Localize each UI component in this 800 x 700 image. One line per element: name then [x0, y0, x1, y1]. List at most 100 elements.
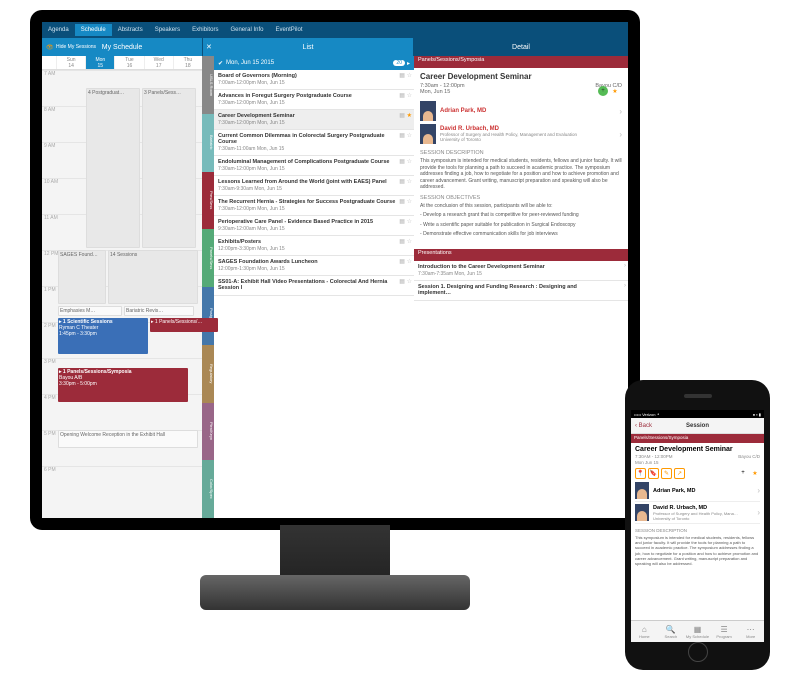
- star-icon[interactable]: ☆: [407, 133, 412, 139]
- tab-home[interactable]: ⌂Home: [631, 621, 658, 642]
- evt-postgrad[interactable]: 4 Postgraduat…: [86, 88, 140, 248]
- share-icon[interactable]: ↗: [674, 468, 685, 479]
- session-list-item[interactable]: Current Common Dilemmas in Colorectal Su…: [214, 130, 414, 156]
- add-icon[interactable]: +: [598, 86, 608, 96]
- star-icon[interactable]: ★: [610, 86, 620, 96]
- close-icon[interactable]: ✕: [206, 43, 212, 51]
- list-title: List: [303, 44, 314, 51]
- tab-search[interactable]: 🔍Search: [658, 621, 685, 642]
- chevron-right-icon: ›: [624, 283, 626, 289]
- bookmark-icon[interactable]: 🔖: [648, 468, 659, 479]
- star-icon[interactable]: ☆: [407, 199, 412, 205]
- session-list-item[interactable]: Perioperative Care Panel - Evidence Base…: [214, 216, 414, 236]
- tab-color[interactable]: Color/Spec: [202, 460, 214, 518]
- evt-scientific[interactable]: ▸ 1 Scientific Sessions Ryman C Theater1…: [58, 318, 148, 354]
- evt-welcome[interactable]: Opening Welcome Reception in the Exhibit…: [58, 430, 198, 448]
- calendar-icon[interactable]: ▦: [399, 133, 405, 139]
- avatar: [635, 504, 649, 521]
- session-list-item[interactable]: Lessons Learned from Around the World (j…: [214, 176, 414, 196]
- tab-bari[interactable]: Bariatric: [202, 114, 214, 172]
- star-icon[interactable]: ☆: [407, 179, 412, 185]
- calendar-icon[interactable]: ▦: [399, 239, 405, 245]
- session-list-item[interactable]: Exhibits/Posters12:00pm-3:30pm Mon, Jun …: [214, 236, 414, 256]
- note-icon[interactable]: ✎: [661, 468, 672, 479]
- tab-reg[interactable]: Regulatory: [202, 345, 214, 403]
- day-wed[interactable]: Wed17: [144, 56, 173, 69]
- session-list-item[interactable]: The Recurrent Hernia - Strategies for Su…: [214, 196, 414, 216]
- tab-usls[interactable]: USLS Room: [202, 56, 214, 114]
- hide-sessions-label[interactable]: Hide My Sessions: [56, 44, 96, 50]
- evt-bari[interactable]: Bariatric Revis…: [124, 306, 194, 316]
- presentation-row[interactable]: Session 1. Designing and Funding Researc…: [414, 281, 628, 301]
- presentations-bar: Presentations: [414, 249, 628, 261]
- star-icon[interactable]: ★: [750, 468, 760, 478]
- tab-schedule[interactable]: ▦My Schedule: [684, 621, 711, 642]
- session-list-item[interactable]: Career Development Seminar7:30am-12:00pm…: [214, 110, 414, 130]
- avatar: [420, 101, 436, 121]
- day-thu[interactable]: Thu18: [173, 56, 202, 69]
- evt-sages[interactable]: SAGES Found…: [58, 250, 106, 304]
- day-sun[interactable]: Sun14: [56, 56, 85, 69]
- tab-post[interactable]: Postgrad: [202, 287, 214, 345]
- tab-more[interactable]: ⋯More: [737, 621, 764, 642]
- calendar-icon[interactable]: ▦: [399, 113, 405, 119]
- add-icon[interactable]: +: [738, 468, 748, 478]
- list-date-bar: ✔Mon, Jun 15 201520▸: [214, 56, 414, 70]
- calendar-icon[interactable]: ▦: [399, 73, 405, 79]
- calendar-icon[interactable]: ▦: [399, 199, 405, 205]
- tab-plen[interactable]: Plen/Keyn: [202, 403, 214, 461]
- eye-icon[interactable]: 👁: [46, 44, 54, 51]
- star-icon[interactable]: ☆: [407, 239, 412, 245]
- evt-emph[interactable]: Emphasies M…: [58, 306, 122, 316]
- nav-general[interactable]: General Info: [224, 27, 269, 33]
- star-icon[interactable]: ☆: [407, 93, 412, 99]
- calendar-icon[interactable]: ▦: [399, 93, 405, 99]
- phone-category-bar: Panels/Sessions/Symposia: [631, 434, 764, 443]
- nav-agenda[interactable]: Agenda: [42, 27, 75, 33]
- calendar-icon[interactable]: ▦: [399, 159, 405, 165]
- session-list-item[interactable]: Advances in Foregut Surgery Postgraduate…: [214, 90, 414, 110]
- session-list-item[interactable]: Board of Governors (Morning)7:00am-12:00…: [214, 70, 414, 90]
- phone-session-title: Career Development Seminar: [635, 446, 760, 453]
- obj-heading: SESSION OBJECTIVES: [420, 195, 622, 201]
- star-icon[interactable]: ★: [407, 113, 412, 119]
- nav-exhibitors[interactable]: Exhibitors: [186, 27, 224, 33]
- evt-panels-small[interactable]: ▸ 1 Panels/Sessions/…: [150, 318, 218, 332]
- speaker-row[interactable]: Adrian Park, MD ›: [420, 101, 622, 121]
- chevron-right-icon: ›: [757, 486, 760, 495]
- phone-speaker-row[interactable]: David R. Urbach, MD Professor of Surgery…: [635, 504, 760, 524]
- calendar-icon[interactable]: ▦: [399, 219, 405, 225]
- phone-desc-text: This symposium is intended for medical s…: [635, 535, 760, 566]
- star-icon[interactable]: ☆: [407, 159, 412, 165]
- session-list-item[interactable]: SAGES Foundation Awards Luncheon12:00pm-…: [214, 256, 414, 276]
- star-icon[interactable]: ☆: [407, 279, 412, 285]
- session-list-item[interactable]: Endoluminal Management of Complications …: [214, 156, 414, 176]
- evt-panels-big[interactable]: ▸ 1 Panels/Sessions/Symposia Bayou A/B3:…: [58, 368, 188, 402]
- calendar-icon[interactable]: ▦: [399, 179, 405, 185]
- day-mon[interactable]: Mon15: [85, 56, 114, 69]
- tab-panel[interactable]: Panels/Sess: [202, 229, 214, 287]
- calendar-icon[interactable]: ▦: [399, 279, 405, 285]
- session-list-item[interactable]: SS01-A: Exhibit Hall Video Presentations…: [214, 276, 414, 296]
- nav-speakers[interactable]: Speakers: [149, 27, 186, 33]
- presentation-row[interactable]: Introduction to the Career Development S…: [414, 261, 628, 281]
- evt-sessions[interactable]: 14 Sessions: [108, 250, 198, 304]
- speaker-row[interactable]: David R. Urbach, MD Professor of Surgery…: [420, 124, 622, 144]
- calendar-icon[interactable]: ▦: [399, 259, 405, 265]
- pin-icon[interactable]: 📍: [635, 468, 646, 479]
- day-tue[interactable]: Tue16: [114, 56, 143, 69]
- tab-program[interactable]: ☰Program: [711, 621, 738, 642]
- evt-panels[interactable]: 3 Panels/Sess…: [142, 88, 196, 248]
- star-icon[interactable]: ☆: [407, 259, 412, 265]
- phone-speaker-row[interactable]: Adrian Park, MD ›: [635, 482, 760, 502]
- session-list[interactable]: ✔Mon, Jun 15 201520▸ Board of Governors …: [214, 56, 414, 518]
- session-title: Career Development Seminar: [420, 72, 622, 81]
- top-nav: Agenda Schedule Abstracts Speakers Exhib…: [42, 22, 628, 38]
- star-icon[interactable]: ☆: [407, 219, 412, 225]
- nav-abstracts[interactable]: Abstracts: [112, 27, 149, 33]
- nav-schedule[interactable]: Schedule: [75, 24, 112, 36]
- star-icon[interactable]: ☆: [407, 73, 412, 79]
- nav-eventpilot[interactable]: EventPilot: [269, 27, 308, 33]
- phone-screen: ••••• Verizon ⚬● ▪ ▮ ‹ Back Session Pane…: [631, 410, 764, 642]
- tab-pres[interactable]: Pres/Sess: [202, 172, 214, 230]
